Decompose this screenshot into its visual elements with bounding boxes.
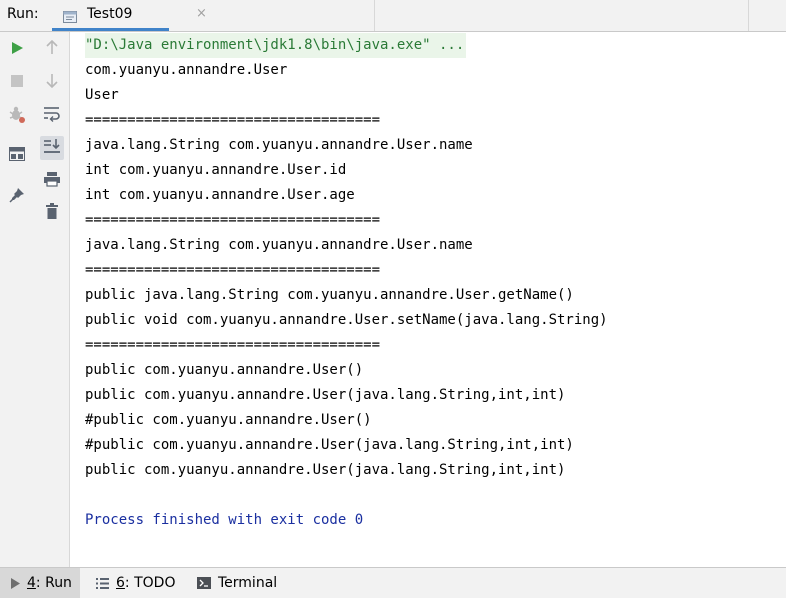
- console-line: public com.yuanyu.annandre.User(java.lan…: [85, 462, 566, 478]
- console-line: java.lang.String com.yuanyu.annandre.Use…: [85, 237, 473, 253]
- tool-window-bar: 4: Run 6: TODO Terminal: [0, 567, 786, 598]
- stop-icon: [10, 73, 24, 92]
- pin-icon: [9, 187, 25, 207]
- run-actions-toolbar: [0, 32, 35, 567]
- active-tab-indicator: [52, 28, 169, 31]
- command-line: "D:\Java environment\jdk1.8\bin\java.exe…: [85, 33, 467, 58]
- todo-tool-label: 6: TODO: [116, 575, 176, 591]
- close-icon[interactable]: ×: [196, 7, 207, 21]
- header-divider: [374, 0, 375, 31]
- scroll-to-end-icon: [43, 138, 61, 158]
- print-icon: [43, 171, 61, 191]
- console-line: int com.yuanyu.annandre.User.age: [85, 187, 355, 203]
- console-line: ===================================: [85, 337, 381, 353]
- terminal-tool-button[interactable]: Terminal: [197, 568, 277, 598]
- console-actions-toolbar: [35, 32, 70, 567]
- console-line: User: [85, 87, 119, 103]
- arrow-down-icon: [45, 73, 59, 93]
- tab-title: Test09: [87, 6, 133, 22]
- console-line: ===================================: [85, 212, 381, 228]
- console-line: int com.yuanyu.annandre.User.id: [85, 162, 347, 178]
- console-line: public com.yuanyu.annandre.User(): [85, 362, 364, 378]
- terminal-icon: [197, 577, 211, 589]
- soft-wrap-icon: [43, 106, 61, 126]
- layout-icon: [9, 146, 25, 165]
- run-config-icon: [63, 8, 77, 23]
- console-line: public void com.yuanyu.annandre.User.set…: [85, 312, 608, 328]
- console-output[interactable]: "D:\Java environment\jdk1.8\bin\java.exe…: [71, 32, 786, 567]
- tab-test09[interactable]: Test09 ×: [52, 0, 207, 31]
- debug-bug-icon: [8, 105, 26, 127]
- stop-button[interactable]: [5, 70, 29, 94]
- soft-wrap-button[interactable]: [40, 104, 64, 128]
- print-button[interactable]: [40, 169, 64, 193]
- run-play-icon: [10, 577, 20, 589]
- run-tool-label: 4: Run: [27, 575, 72, 591]
- restore-layout-button[interactable]: [5, 143, 29, 167]
- pin-tab-button[interactable]: [5, 185, 29, 209]
- console-line: #public com.yuanyu.annandre.User(java.la…: [85, 437, 574, 453]
- clear-all-button[interactable]: [40, 201, 64, 225]
- console-line: public java.lang.String com.yuanyu.annan…: [85, 287, 574, 303]
- down-stack-button[interactable]: [40, 71, 64, 95]
- console-line: public com.yuanyu.annandre.User(java.lan…: [85, 387, 566, 403]
- console-line: com.yuanyu.annandre.User: [85, 62, 288, 78]
- console-line: java.lang.String com.yuanyu.annandre.Use…: [85, 137, 473, 153]
- console-line: #public com.yuanyu.annandre.User(): [85, 412, 372, 428]
- run-label: Run:: [7, 6, 39, 22]
- todo-tool-button[interactable]: 6: TODO: [96, 568, 175, 598]
- console-line: ===================================: [85, 112, 381, 128]
- trash-icon: [45, 203, 59, 223]
- run-tool-window-header: Run: Test09 ×: [0, 0, 786, 32]
- list-icon: [96, 577, 109, 589]
- header-divider: [748, 0, 749, 31]
- terminal-tool-label: Terminal: [218, 575, 278, 591]
- run-tool-button[interactable]: 4: Run: [0, 568, 80, 598]
- process-finished-line: Process finished with exit code 0: [85, 512, 364, 528]
- up-stack-button[interactable]: [40, 37, 64, 61]
- arrow-up-icon: [45, 39, 59, 59]
- scroll-to-end-button[interactable]: [40, 136, 64, 160]
- debug-button[interactable]: [5, 104, 29, 128]
- run-play-icon: [10, 40, 24, 59]
- console-line: ===================================: [85, 262, 381, 278]
- rerun-button[interactable]: [5, 37, 29, 61]
